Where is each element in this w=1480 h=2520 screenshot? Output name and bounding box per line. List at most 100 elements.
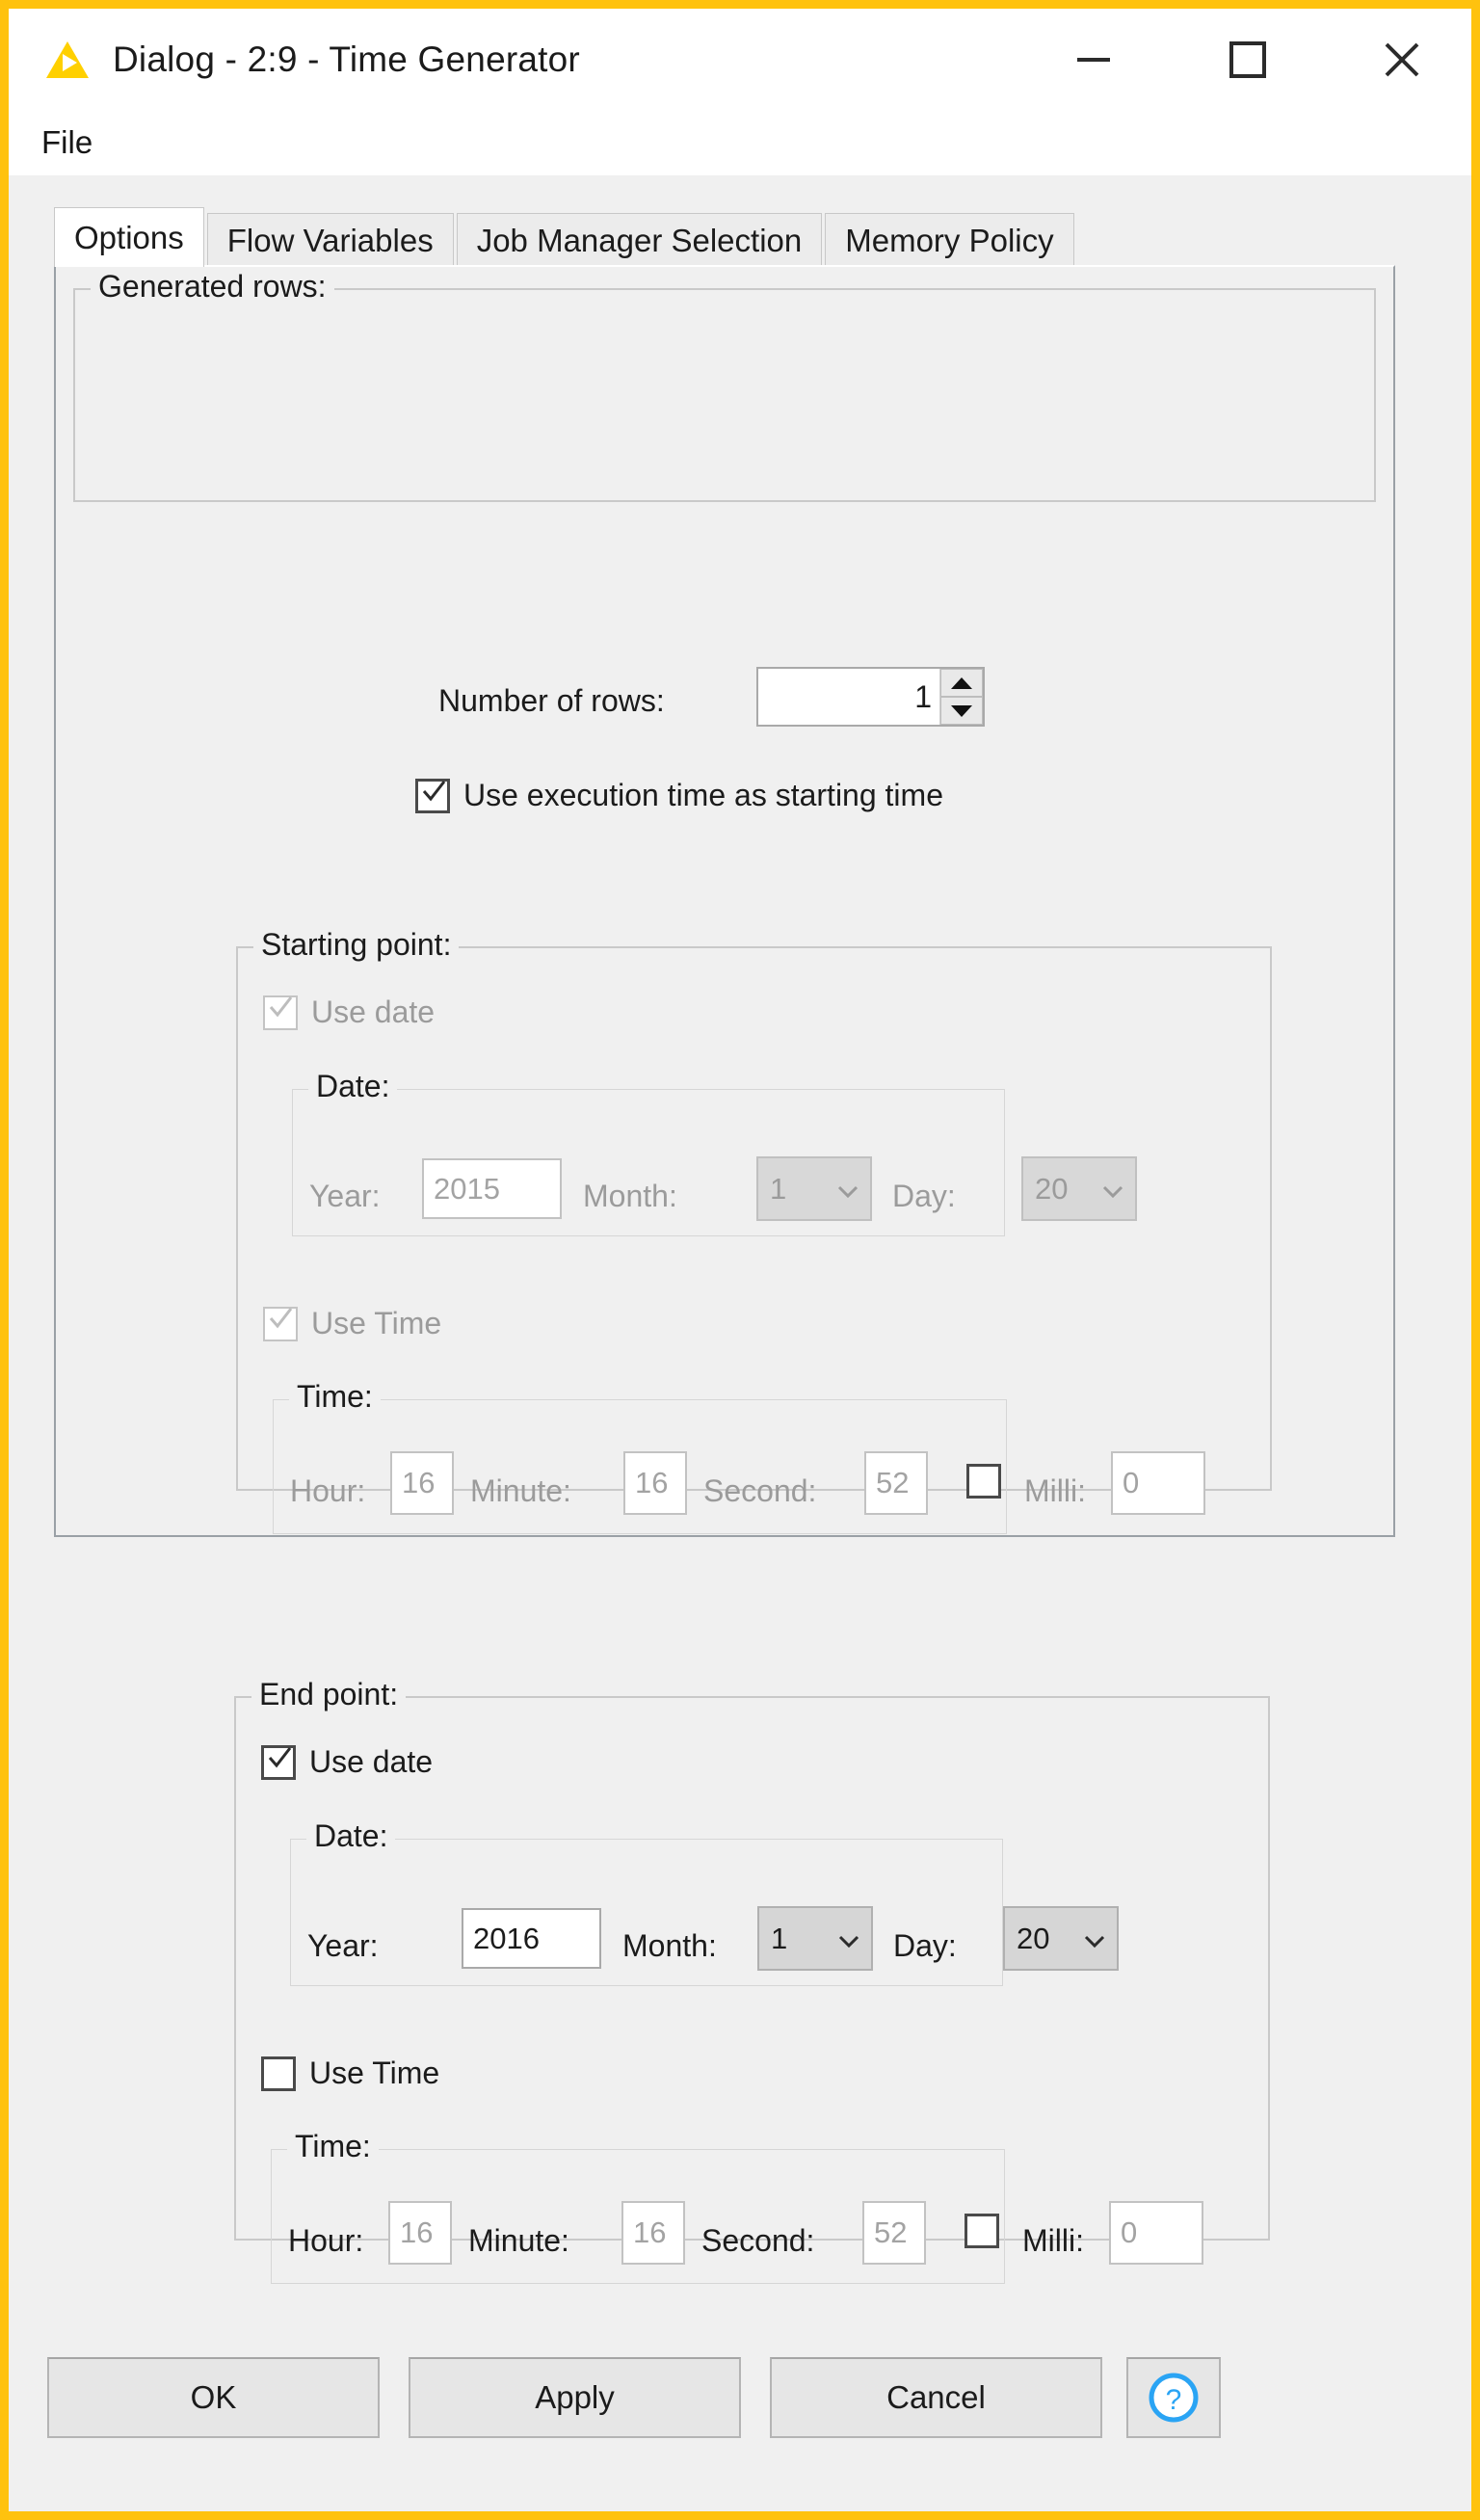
checkbox-box bbox=[966, 1464, 1001, 1499]
menu-item-file[interactable]: File bbox=[32, 120, 102, 165]
close-icon bbox=[1385, 42, 1419, 76]
checkmark-icon bbox=[422, 780, 446, 801]
tab-memory-policy[interactable]: Memory Policy bbox=[825, 213, 1074, 267]
end-second-input[interactable]: 52 bbox=[862, 2201, 926, 2265]
start-date-title: Date: bbox=[308, 1069, 398, 1104]
chevron-down-icon bbox=[1084, 1935, 1105, 1948]
start-day-value: 20 bbox=[1035, 1171, 1069, 1206]
end-milli-input[interactable]: 0 bbox=[1109, 2201, 1203, 2265]
dialog-content: Options Flow Variables Job Manager Selec… bbox=[9, 175, 1471, 2511]
chevron-down-icon bbox=[837, 1185, 859, 1198]
end-milli-checkbox[interactable] bbox=[965, 2214, 999, 2248]
end-minute-label: Minute: bbox=[468, 2223, 569, 2258]
generated-rows-title: Generated rows: bbox=[91, 269, 334, 305]
tab-job-manager-selection[interactable]: Job Manager Selection bbox=[456, 213, 823, 267]
close-button[interactable] bbox=[1359, 9, 1445, 110]
number-of-rows-spinner[interactable]: 1 bbox=[756, 667, 985, 727]
start-milli-label: Milli: bbox=[1024, 1473, 1086, 1508]
use-execution-time-checkbox[interactable]: Use execution time as starting time bbox=[415, 778, 943, 813]
dialog-window: Dialog - 2:9 - Time Generator File Optio… bbox=[0, 0, 1480, 2520]
start-use-date-checkbox[interactable]: Use date bbox=[263, 995, 435, 1030]
end-date-title: Date: bbox=[306, 1818, 396, 1854]
start-time-title: Time: bbox=[289, 1379, 381, 1415]
checkmark-icon bbox=[269, 1307, 293, 1328]
start-use-time-checkbox[interactable]: Use Time bbox=[263, 1306, 441, 1341]
end-use-time-label: Use Time bbox=[309, 2056, 440, 2090]
start-minute-label: Minute: bbox=[470, 1473, 571, 1508]
start-hour-label: Hour: bbox=[290, 1473, 366, 1508]
end-minute-input[interactable]: 16 bbox=[621, 2201, 685, 2265]
menu-bar: File bbox=[9, 110, 1471, 175]
maximize-icon bbox=[1229, 40, 1266, 78]
end-year-label: Year: bbox=[307, 1928, 379, 1963]
ok-button[interactable]: OK bbox=[47, 2357, 380, 2438]
start-minute-input[interactable]: 16 bbox=[623, 1451, 687, 1515]
end-month-label: Month: bbox=[622, 1928, 717, 1963]
minimize-button[interactable] bbox=[1050, 9, 1137, 110]
chevron-down-icon bbox=[1102, 1185, 1123, 1198]
start-use-time-label: Use Time bbox=[311, 1306, 442, 1340]
start-day-label: Day: bbox=[892, 1179, 956, 1213]
end-hour-input[interactable]: 16 bbox=[388, 2201, 452, 2265]
end-hour-label: Hour: bbox=[288, 2223, 364, 2258]
end-date-group: Date: bbox=[290, 1818, 1003, 1986]
generated-rows-group: Generated rows: bbox=[73, 269, 1376, 502]
end-day-select[interactable]: 20 bbox=[1003, 1906, 1119, 1971]
start-month-select[interactable]: 1 bbox=[756, 1156, 872, 1221]
end-year-input[interactable]: 2016 bbox=[462, 1908, 601, 1969]
end-use-time-checkbox[interactable]: Use Time bbox=[261, 2056, 439, 2091]
help-icon: ? bbox=[1149, 2373, 1199, 2423]
chevron-down-icon bbox=[838, 1935, 859, 1948]
tab-flow-variables[interactable]: Flow Variables bbox=[206, 213, 454, 267]
start-year-label: Year: bbox=[309, 1179, 381, 1213]
start-milli-checkbox[interactable] bbox=[966, 1464, 1001, 1499]
checkbox-box bbox=[965, 2214, 999, 2248]
checkbox-box bbox=[263, 1306, 298, 1341]
checkbox-box bbox=[261, 1744, 296, 1780]
end-milli-label: Milli: bbox=[1022, 2223, 1084, 2258]
maximize-button[interactable] bbox=[1204, 9, 1291, 110]
spinner-up-button[interactable] bbox=[940, 669, 983, 697]
tab-options[interactable]: Options bbox=[54, 207, 204, 267]
knime-triangle-icon bbox=[45, 40, 90, 80]
end-month-select[interactable]: 1 bbox=[757, 1906, 873, 1971]
number-of-rows-label: Number of rows: bbox=[438, 683, 665, 718]
checkbox-box bbox=[263, 995, 298, 1030]
end-use-date-label: Use date bbox=[309, 1744, 434, 1779]
use-execution-time-label: Use execution time as starting time bbox=[463, 778, 943, 812]
apply-button[interactable]: Apply bbox=[409, 2357, 741, 2438]
help-button[interactable]: ? bbox=[1126, 2357, 1221, 2438]
checkmark-icon bbox=[268, 1746, 292, 1767]
start-use-date-label: Use date bbox=[311, 995, 436, 1029]
start-hour-input[interactable]: 16 bbox=[390, 1451, 454, 1515]
end-month-value: 1 bbox=[771, 1921, 788, 1955]
end-time-title: Time: bbox=[287, 2129, 379, 2164]
checkbox-box bbox=[415, 778, 450, 813]
minimize-icon bbox=[1077, 57, 1110, 62]
title-bar: Dialog - 2:9 - Time Generator bbox=[9, 9, 1471, 110]
end-day-value: 20 bbox=[1017, 1921, 1050, 1955]
spinner-down-button[interactable] bbox=[940, 697, 983, 725]
checkmark-icon bbox=[269, 995, 293, 1017]
start-month-value: 1 bbox=[770, 1171, 787, 1206]
end-point-title: End point: bbox=[251, 1677, 407, 1712]
cancel-button[interactable]: Cancel bbox=[770, 2357, 1102, 2438]
spinner-up-icon bbox=[951, 676, 972, 689]
svg-text:?: ? bbox=[1166, 2384, 1182, 2416]
start-milli-input[interactable]: 0 bbox=[1111, 1451, 1205, 1515]
start-year-input[interactable]: 2015 bbox=[422, 1158, 562, 1219]
options-tab-panel: Generated rows: Number of rows: 1 Use ex… bbox=[54, 265, 1395, 1537]
start-month-label: Month: bbox=[583, 1179, 677, 1213]
number-of-rows-input[interactable]: 1 bbox=[758, 669, 939, 725]
start-day-select[interactable]: 20 bbox=[1021, 1156, 1137, 1221]
start-second-input[interactable]: 52 bbox=[864, 1451, 928, 1515]
dialog-button-bar: OK Apply Cancel ? bbox=[9, 2319, 1471, 2511]
starting-point-title: Starting point: bbox=[253, 927, 460, 963]
end-second-label: Second: bbox=[701, 2223, 815, 2258]
end-day-label: Day: bbox=[893, 1928, 957, 1963]
window-title: Dialog - 2:9 - Time Generator bbox=[113, 39, 580, 79]
start-second-label: Second: bbox=[703, 1473, 817, 1508]
checkbox-box bbox=[261, 2056, 296, 2091]
spinner-down-icon bbox=[951, 704, 972, 717]
end-use-date-checkbox[interactable]: Use date bbox=[261, 1744, 433, 1780]
